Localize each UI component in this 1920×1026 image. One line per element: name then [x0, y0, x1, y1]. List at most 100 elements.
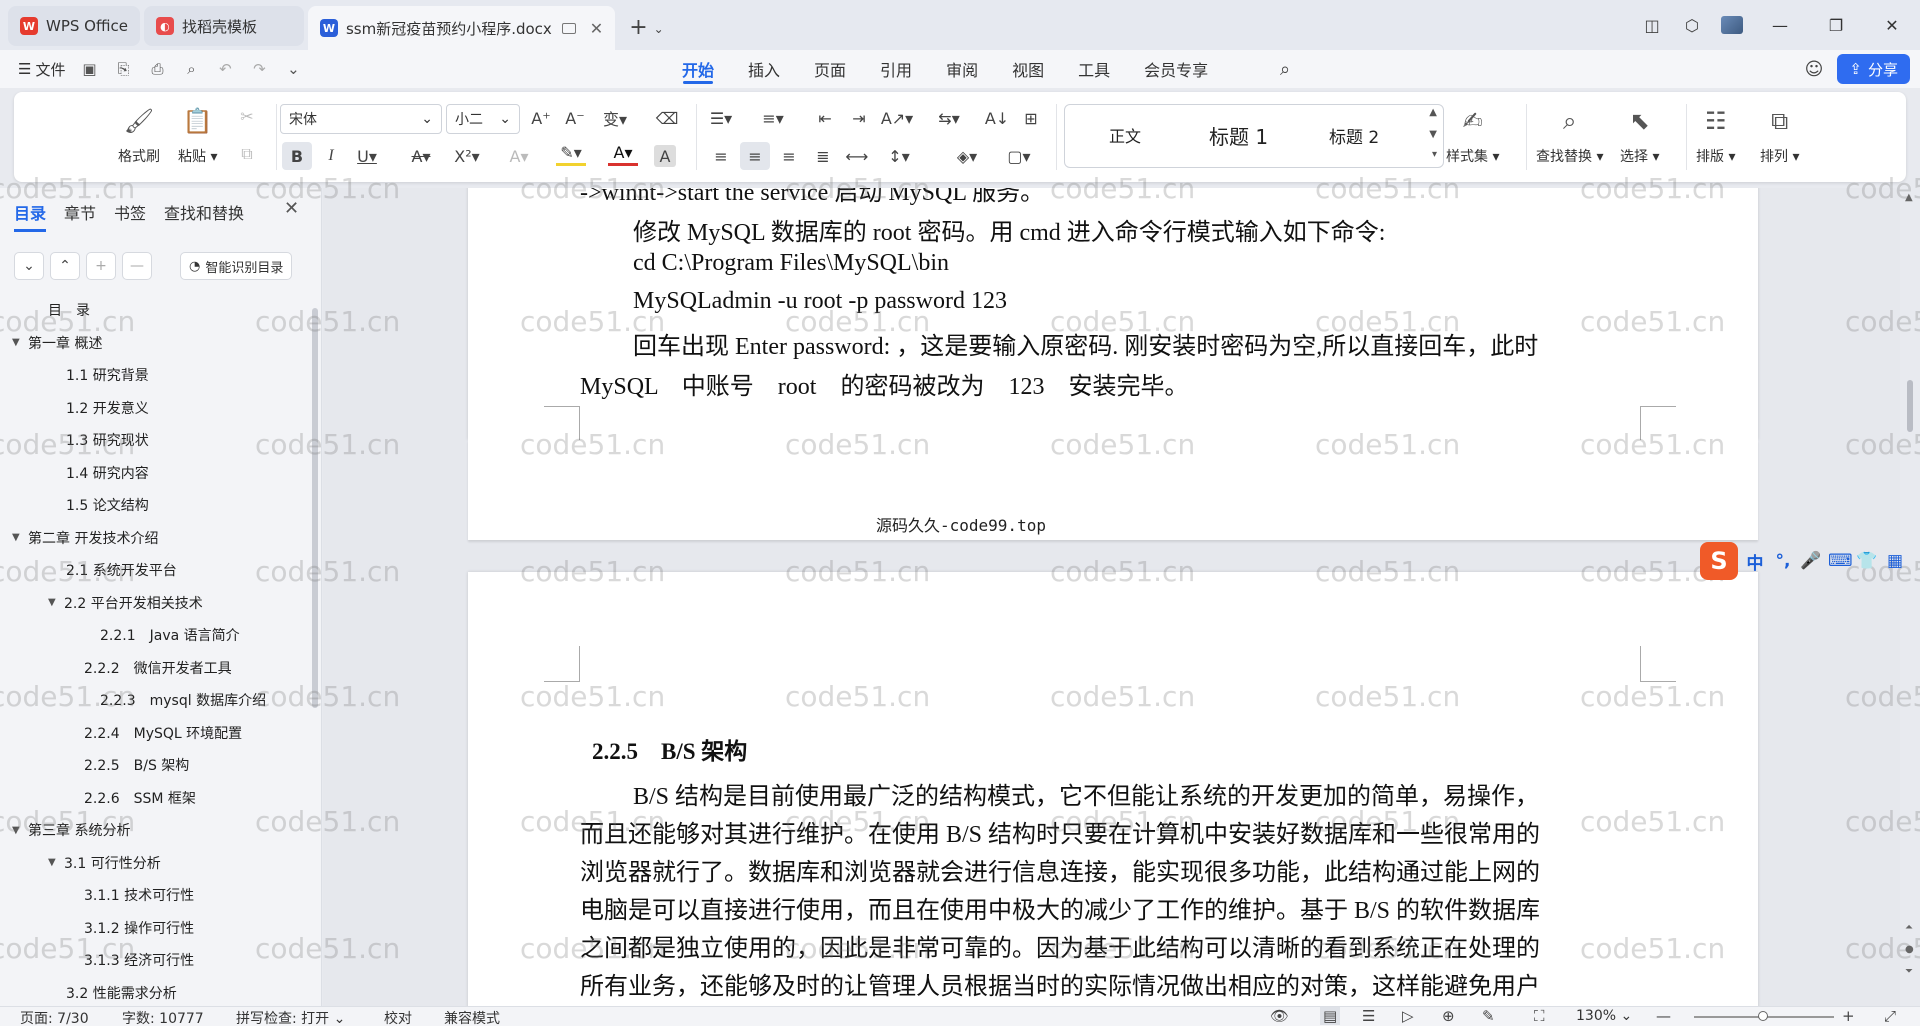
- text-direction-icon[interactable]: A↗▾: [881, 104, 913, 132]
- highlight-icon[interactable]: ✎▾: [556, 142, 586, 166]
- window-mode-icon[interactable]: [561, 22, 576, 34]
- arrange-button[interactable]: ⧉ 排列 ▾: [1760, 104, 1799, 166]
- nav-tab-find-replace[interactable]: 查找和替换: [164, 200, 244, 224]
- toc-item[interactable]: 2.2.4 MySQL 环境配置: [84, 723, 242, 743]
- font-size-select[interactable]: 小二 ⌄: [446, 104, 520, 134]
- align-left-icon[interactable]: ≡: [706, 142, 736, 170]
- tab-document[interactable]: W ssm新冠疫苗预约小程序.docx ✕: [307, 6, 616, 50]
- toc-item[interactable]: 2.2.1 Java 语言简介: [100, 625, 240, 645]
- char-shading-icon[interactable]: A: [654, 145, 676, 167]
- phonetic-guide-icon[interactable]: 变▾: [600, 104, 630, 132]
- remove-heading-icon[interactable]: —: [122, 252, 152, 280]
- line-break-icon[interactable]: ⇆▾: [934, 104, 964, 132]
- grow-font-icon[interactable]: A⁺: [526, 104, 556, 132]
- toc-item[interactable]: ▼ 第二章 开发技术介绍: [12, 528, 158, 548]
- toolbox-icon[interactable]: ▦: [1884, 551, 1906, 571]
- strikethrough-icon[interactable]: A▾: [406, 142, 436, 170]
- smart-toc-button[interactable]: ◔ 智能识别目录: [180, 252, 293, 280]
- nav-tab-chapters[interactable]: 章节: [64, 200, 96, 224]
- page-indicator[interactable]: 页面: 7/30: [20, 1008, 89, 1026]
- print-icon[interactable]: ⎙: [147, 60, 167, 78]
- expand-arrow-icon[interactable]: ▼: [12, 825, 28, 836]
- close-tab-icon[interactable]: ✕: [590, 19, 603, 38]
- microphone-icon[interactable]: 🎤: [1800, 551, 1822, 571]
- page-1[interactable]: ->winnt->start the service 启动 MySQL 服务。 …: [468, 188, 1758, 442]
- fullscreen-icon[interactable]: ⤢: [1884, 1007, 1896, 1025]
- eye-icon[interactable]: 👁: [1270, 1007, 1289, 1025]
- toc-item[interactable]: ▼ 第一章 概述: [12, 333, 102, 353]
- toc-item[interactable]: 2.2.6 SSM 框架: [84, 788, 196, 808]
- bold-icon[interactable]: B: [282, 142, 312, 170]
- tab-member[interactable]: 会员专享: [1127, 50, 1225, 88]
- share-button[interactable]: ⇪ 分享: [1837, 54, 1910, 84]
- select-browse-icon[interactable]: ●: [1905, 944, 1914, 955]
- pen-icon[interactable]: ✎: [1482, 1007, 1495, 1025]
- font-name-select[interactable]: 宋体 ⌄: [280, 104, 442, 134]
- find-replace-button[interactable]: ⌕ 查找替换 ▾: [1536, 104, 1603, 166]
- zoom-slider-handle[interactable]: [1758, 1011, 1768, 1021]
- align-right-icon[interactable]: ≡: [774, 142, 804, 170]
- toc-item[interactable]: 2.2.3 mysql 数据库介绍: [100, 690, 266, 710]
- toc-item[interactable]: 2.2.2 微信开发者工具: [84, 658, 232, 678]
- zoom-out-icon[interactable]: —: [1656, 1007, 1671, 1025]
- style-normal[interactable]: 正文: [1109, 123, 1141, 147]
- collapse-all-icon[interactable]: ⌃: [50, 252, 80, 280]
- nav-tab-bookmarks[interactable]: 书签: [114, 200, 146, 224]
- undo-icon[interactable]: ↶: [215, 60, 235, 78]
- chevron-down-icon[interactable]: ⌄: [283, 60, 303, 78]
- page-2[interactable]: 2.2.5 B/S 架构 B/S 结构是目前使用最广泛的结构模式，它不但能让系统…: [468, 572, 1758, 1006]
- scroll-up-icon[interactable]: ▲: [1905, 192, 1913, 203]
- toc-item[interactable]: 1.3 研究现状: [66, 430, 149, 450]
- tab-references[interactable]: 引用: [863, 50, 929, 88]
- tab-wps-office[interactable]: W WPS Office: [8, 6, 140, 46]
- tab-tools[interactable]: 工具: [1061, 50, 1127, 88]
- chat-icon[interactable]: ☺: [1805, 59, 1824, 80]
- line-spacing-icon[interactable]: ↕▾: [884, 142, 914, 170]
- font-color-icon[interactable]: A▾: [608, 142, 638, 166]
- sort-icon[interactable]: A↓: [982, 104, 1012, 132]
- border-icon[interactable]: ▢▾: [1004, 142, 1034, 170]
- ime-chinese-mode[interactable]: 中: [1744, 549, 1766, 574]
- increase-indent-icon[interactable]: ⇥: [844, 104, 874, 132]
- toc-item[interactable]: 3.1.2 操作可行性: [84, 918, 194, 938]
- align-center-icon[interactable]: ≡: [740, 142, 770, 170]
- superscript-icon[interactable]: X²▾: [452, 142, 482, 170]
- toc-item[interactable]: 1.5 论文结构: [66, 495, 149, 515]
- expand-all-icon[interactable]: ⌄: [14, 252, 44, 280]
- cut-icon[interactable]: ✂: [232, 102, 262, 130]
- close-icon[interactable]: ✕: [284, 198, 299, 219]
- show-marks-icon[interactable]: ⊞: [1016, 104, 1046, 132]
- export-pdf-icon[interactable]: ⎘: [113, 60, 133, 78]
- tab-insert[interactable]: 插入: [731, 50, 797, 88]
- expand-gallery-icon[interactable]: ▾: [1432, 149, 1437, 160]
- expand-arrow-icon[interactable]: ▼: [48, 857, 64, 868]
- close-window-icon[interactable]: ✕: [1864, 5, 1920, 45]
- toc-item[interactable]: 2.2.5 B/S 架构: [84, 755, 189, 775]
- avatar[interactable]: [1712, 5, 1752, 45]
- paste-button[interactable]: 📋 粘贴 ▾: [178, 104, 217, 166]
- zoom-in-icon[interactable]: +: [1842, 1007, 1855, 1025]
- toc-item[interactable]: 1.2 开发意义: [66, 398, 149, 418]
- underline-icon[interactable]: U▾: [352, 142, 382, 170]
- decrease-indent-icon[interactable]: ⇤: [810, 104, 840, 132]
- minimize-icon[interactable]: —: [1752, 5, 1808, 45]
- shading-icon[interactable]: ◈▾: [952, 142, 982, 170]
- select-button[interactable]: ⬉ 选择 ▾: [1620, 104, 1659, 166]
- distributed-icon[interactable]: ⟷: [842, 142, 872, 170]
- tab-page[interactable]: 页面: [797, 50, 863, 88]
- sogou-logo-icon[interactable]: S: [1700, 542, 1738, 580]
- toc-item[interactable]: ▼ 第三章 系统分析: [12, 820, 130, 840]
- scroll-down-icon[interactable]: ▼: [1429, 129, 1437, 140]
- layout-button[interactable]: ☷ 排版 ▾: [1696, 104, 1735, 166]
- toc-item[interactable]: 3.1.1 技术可行性: [84, 885, 194, 905]
- tab-review[interactable]: 审阅: [929, 50, 995, 88]
- style-set-button[interactable]: ✍ 样式集 ▾: [1446, 104, 1499, 166]
- clear-format-icon[interactable]: ⌫: [652, 104, 682, 132]
- shrink-font-icon[interactable]: A⁻: [560, 104, 590, 132]
- justify-icon[interactable]: ≣: [808, 142, 838, 170]
- toc-item[interactable]: 目 录: [48, 300, 90, 320]
- redo-icon[interactable]: ↷: [249, 60, 269, 78]
- bullet-list-icon[interactable]: ☰▾: [706, 104, 736, 132]
- outline-view-icon[interactable]: ☰: [1362, 1007, 1375, 1025]
- prev-page-icon[interactable]: ⏶: [1905, 922, 1913, 933]
